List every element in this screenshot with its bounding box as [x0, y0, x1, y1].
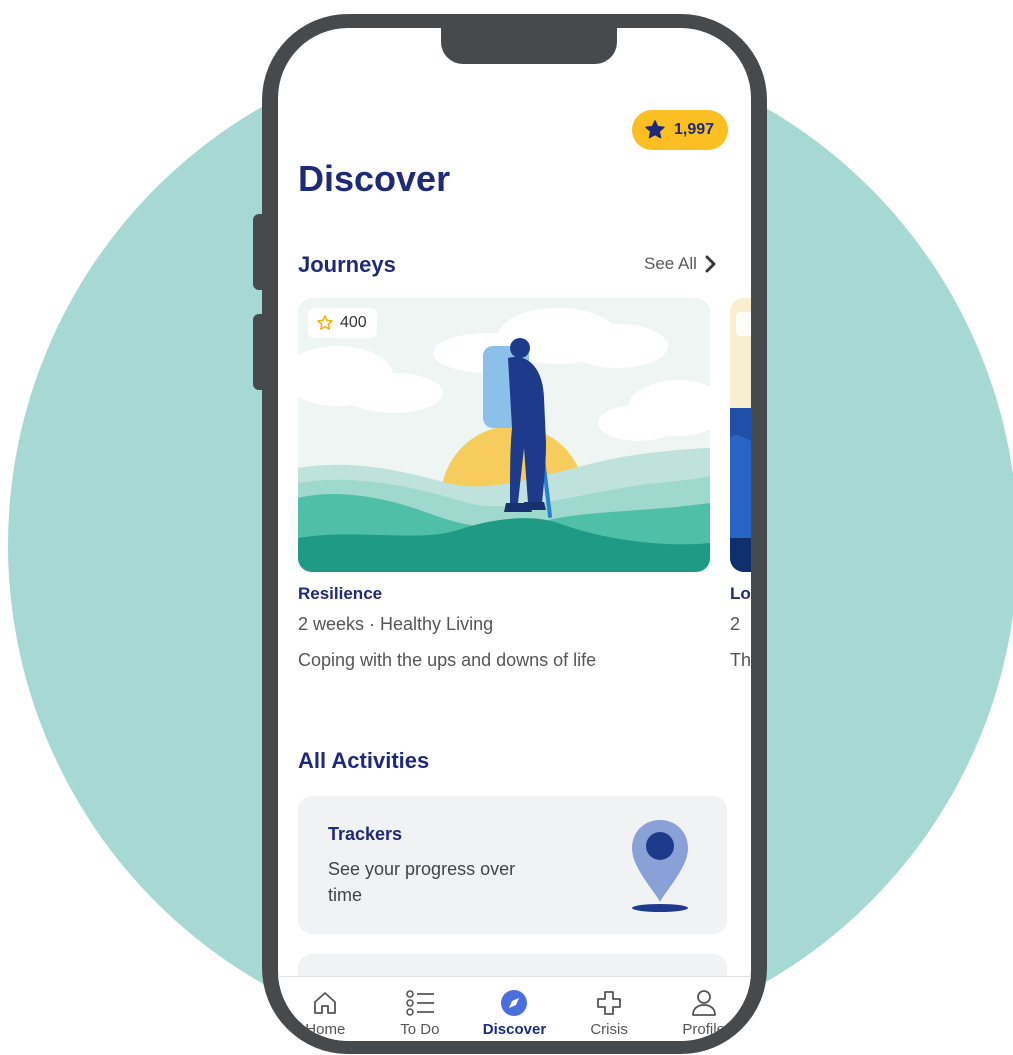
journey-description: Coping with the ups and downs of life — [298, 650, 597, 670]
tab-profile[interactable]: Profile — [656, 977, 751, 1041]
points-badge[interactable]: 1,997 — [632, 110, 728, 150]
journey-name: Resilience — [298, 584, 383, 603]
compass-icon — [501, 990, 528, 1016]
location-pin-icon — [632, 820, 688, 912]
journey-card-2-image[interactable] — [730, 298, 751, 572]
tab-discover-label: Discover — [482, 1021, 547, 1038]
tab-profile-label: Profile — [682, 1021, 725, 1038]
journey-points-value: 400 — [340, 314, 367, 331]
app-screen: 1,997 Discover Journeys See All 400 Resi… — [278, 28, 751, 1041]
home-icon — [314, 992, 337, 1014]
bottom-tab-bar: Home To Do Discover Crisis Profile — [278, 976, 751, 1041]
activity-card-trackers[interactable]: Trackers See your progress over time — [298, 796, 727, 934]
journey-card-resilience-image[interactable]: 400 — [298, 298, 710, 572]
journey-meta: 2 weeks · Healthy Living — [298, 614, 494, 634]
journey-2-description: Th — [730, 650, 751, 670]
journey-points-badge: 400 — [308, 308, 377, 338]
tab-todo-label: To Do — [400, 1021, 440, 1038]
tab-crisis[interactable]: Crisis — [562, 977, 657, 1041]
journey-card-2-illustration — [730, 298, 751, 572]
journey-2-meta: 2 — [730, 614, 741, 634]
tab-home-label: Home — [305, 1021, 346, 1038]
see-all-link[interactable]: See All — [644, 254, 717, 274]
tab-crisis-label: Crisis — [590, 1021, 628, 1038]
phone-frame: 1,997 Discover Journeys See All 400 Resi… — [262, 14, 767, 1054]
hiker-illustration — [298, 298, 710, 572]
points-value: 1,997 — [674, 121, 715, 138]
tab-discover[interactable]: Discover — [467, 977, 562, 1041]
activity-title: Trackers — [328, 824, 403, 844]
tab-home[interactable]: Home — [278, 977, 373, 1041]
medical-cross-icon — [597, 991, 621, 1015]
star-icon — [645, 120, 665, 139]
all-activities-section-title: All Activities — [298, 748, 430, 773]
user-icon — [691, 990, 716, 1016]
star-outline-icon — [317, 315, 333, 330]
journey-2-name: Lo — [730, 584, 751, 603]
tab-todo[interactable]: To Do — [373, 977, 468, 1041]
page-title: Discover — [298, 158, 451, 199]
phone-notch — [441, 28, 617, 64]
activity-description: See your progress over time — [328, 859, 516, 905]
see-all-label: See All — [644, 254, 697, 273]
checklist-icon — [406, 990, 434, 1016]
chevron-right-icon — [705, 255, 716, 273]
journeys-section-title: Journeys — [298, 252, 396, 277]
